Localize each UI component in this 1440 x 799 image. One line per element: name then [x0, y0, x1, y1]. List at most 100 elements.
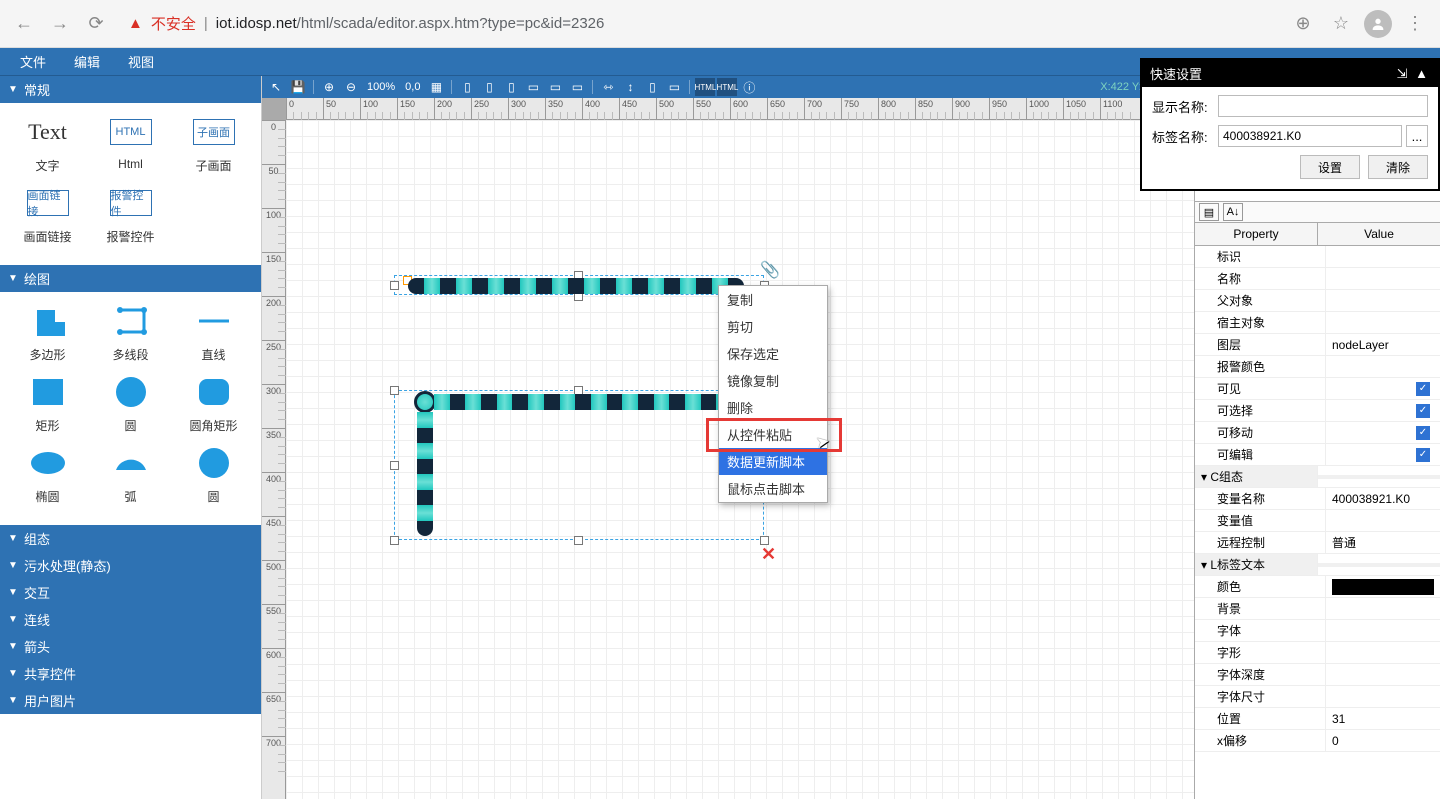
panel-用户图片-header[interactable]: ▼用户图片	[0, 687, 261, 714]
tool-arc[interactable]: 弧	[96, 444, 166, 505]
ctx-item[interactable]: 保存选定	[719, 340, 827, 367]
ctx-item[interactable]: 从控件粘贴	[719, 421, 827, 448]
reload-button[interactable]: ⟳	[82, 10, 110, 38]
prop-row[interactable]: 图层nodeLayer	[1195, 334, 1440, 356]
tool-roundrect[interactable]: 圆角矩形	[179, 373, 249, 434]
prop-categorize-icon[interactable]: ▤	[1199, 203, 1219, 221]
same-height-icon[interactable]: ▭	[664, 78, 684, 96]
pipe-object-1[interactable]	[408, 278, 744, 294]
prop-sort-az-icon[interactable]: A↓	[1223, 203, 1243, 221]
prop-row[interactable]: 名称	[1195, 268, 1440, 290]
align-bottom-icon[interactable]: ▭	[567, 78, 587, 96]
pipe-elbow[interactable]	[414, 391, 436, 413]
panel-组态-header[interactable]: ▼组态	[0, 525, 261, 552]
zoom-out-icon[interactable]: ⊖	[341, 78, 361, 96]
handle[interactable]	[390, 536, 399, 545]
tool-polygon[interactable]: 多边形	[13, 302, 83, 363]
prop-row[interactable]: 远程控制普通	[1195, 532, 1440, 554]
html-badge-icon[interactable]: HTML	[695, 78, 715, 96]
panel-交互-header[interactable]: ▼交互	[0, 579, 261, 606]
pipe-object-2h[interactable]	[434, 394, 732, 410]
canvas[interactable]: 📎 ✕	[286, 120, 1194, 799]
distribute-v-icon[interactable]: ↕	[620, 78, 640, 96]
tag-name-input[interactable]	[1218, 125, 1402, 147]
menu-file[interactable]: 文件	[6, 48, 60, 75]
save-icon[interactable]: 💾	[288, 78, 308, 96]
handle[interactable]	[390, 386, 399, 395]
panel-共享控件-header[interactable]: ▼共享控件	[0, 660, 261, 687]
collapse-icon[interactable]: ⇲ ▲	[1397, 66, 1430, 82]
menu-view[interactable]: 视图	[114, 48, 168, 75]
ctx-item[interactable]: 数据更新脚本	[719, 448, 827, 475]
prop-row[interactable]: 背景	[1195, 598, 1440, 620]
tool-line[interactable]: 直线	[179, 302, 249, 363]
tool-html[interactable]: HTMLHtml	[96, 113, 166, 174]
tool-ellipse[interactable]: 椭圆	[13, 444, 83, 505]
prop-row[interactable]: 宿主对象	[1195, 312, 1440, 334]
set-button[interactable]: 设置	[1300, 155, 1360, 179]
prop-row[interactable]: 字形	[1195, 642, 1440, 664]
align-right-icon[interactable]: ▯	[501, 78, 521, 96]
profile-avatar[interactable]	[1364, 10, 1392, 38]
prop-row[interactable]: 标识	[1195, 246, 1440, 268]
prop-row[interactable]: ▾ L标签文本	[1195, 554, 1440, 576]
panel-draw-header[interactable]: ▼绘图	[0, 265, 261, 292]
tool-screenlink[interactable]: 画面链接画面链接	[13, 184, 83, 245]
align-middle-icon[interactable]: ▭	[545, 78, 565, 96]
address-bar[interactable]: ▲ 不安全 | iot.idosp.net/html/scada/editor.…	[118, 13, 1280, 34]
ctx-item[interactable]: 复制	[719, 286, 827, 313]
prop-row[interactable]: 报警颜色	[1195, 356, 1440, 378]
handle[interactable]	[390, 461, 399, 470]
prop-row[interactable]: 变量名称400038921.K0	[1195, 488, 1440, 510]
browse-button[interactable]: ...	[1406, 125, 1428, 147]
panel-箭头-header[interactable]: ▼箭头	[0, 633, 261, 660]
prop-row[interactable]: 父对象	[1195, 290, 1440, 312]
tool-text[interactable]: Text文字	[13, 113, 83, 174]
ctx-item[interactable]: 鼠标点击脚本	[719, 475, 827, 502]
tool-rect[interactable]: 矩形	[13, 373, 83, 434]
panel-污水处理(静态)-header[interactable]: ▼污水处理(静态)	[0, 552, 261, 579]
zoom-in-icon[interactable]: ⊕	[319, 78, 339, 96]
prop-row[interactable]: 可见✓	[1195, 378, 1440, 400]
back-button[interactable]: ←	[10, 10, 38, 38]
ctx-item[interactable]: 镜像复制	[719, 367, 827, 394]
forward-button[interactable]: →	[46, 10, 74, 38]
tool-circle2[interactable]: 圆	[179, 444, 249, 505]
pan-icon[interactable]: ▦	[426, 78, 446, 96]
prop-row[interactable]: 位置31	[1195, 708, 1440, 730]
clear-button[interactable]: 清除	[1368, 155, 1428, 179]
html-badge2-icon[interactable]: HTML	[717, 78, 737, 96]
display-name-input[interactable]	[1218, 95, 1428, 117]
pipe-object-2v[interactable]	[417, 412, 433, 536]
panel-general-header[interactable]: ▼常规	[0, 76, 261, 103]
attachment-icon[interactable]: 📎	[760, 260, 780, 280]
align-center-icon[interactable]: ▯	[479, 78, 499, 96]
prop-row[interactable]: 字体尺寸	[1195, 686, 1440, 708]
prop-row[interactable]: 字体深度	[1195, 664, 1440, 686]
ctx-item[interactable]: 删除	[719, 394, 827, 421]
prop-row[interactable]: 字体	[1195, 620, 1440, 642]
menu-edit[interactable]: 编辑	[60, 48, 114, 75]
handle[interactable]	[390, 281, 399, 290]
kebab-menu-icon[interactable]: ⋮	[1400, 9, 1430, 39]
pointer-tool-icon[interactable]: ↖	[266, 78, 286, 96]
panel-连线-header[interactable]: ▼连线	[0, 606, 261, 633]
distribute-h-icon[interactable]: ⇿	[598, 78, 618, 96]
prop-row[interactable]: 可选择✓	[1195, 400, 1440, 422]
info-icon[interactable]: ⓘ	[739, 78, 759, 96]
prop-row[interactable]: x偏移0	[1195, 730, 1440, 752]
tool-alarm[interactable]: 报警控件报警控件	[96, 184, 166, 245]
zoom-icon[interactable]: ⊕	[1288, 9, 1318, 39]
tool-polyline[interactable]: 多线段	[96, 302, 166, 363]
prop-row[interactable]: ▾ C组态	[1195, 466, 1440, 488]
ctx-item[interactable]: 剪切	[719, 313, 827, 340]
prop-row[interactable]: 可编辑✓	[1195, 444, 1440, 466]
handle[interactable]	[574, 536, 583, 545]
prop-row[interactable]: 可移动✓	[1195, 422, 1440, 444]
prop-row[interactable]: 变量值	[1195, 510, 1440, 532]
align-top-icon[interactable]: ▭	[523, 78, 543, 96]
prop-row[interactable]: 颜色	[1195, 576, 1440, 598]
same-width-icon[interactable]: ▯	[642, 78, 662, 96]
bookmark-icon[interactable]: ☆	[1326, 9, 1356, 39]
delete-x-icon[interactable]: ✕	[761, 544, 776, 565]
